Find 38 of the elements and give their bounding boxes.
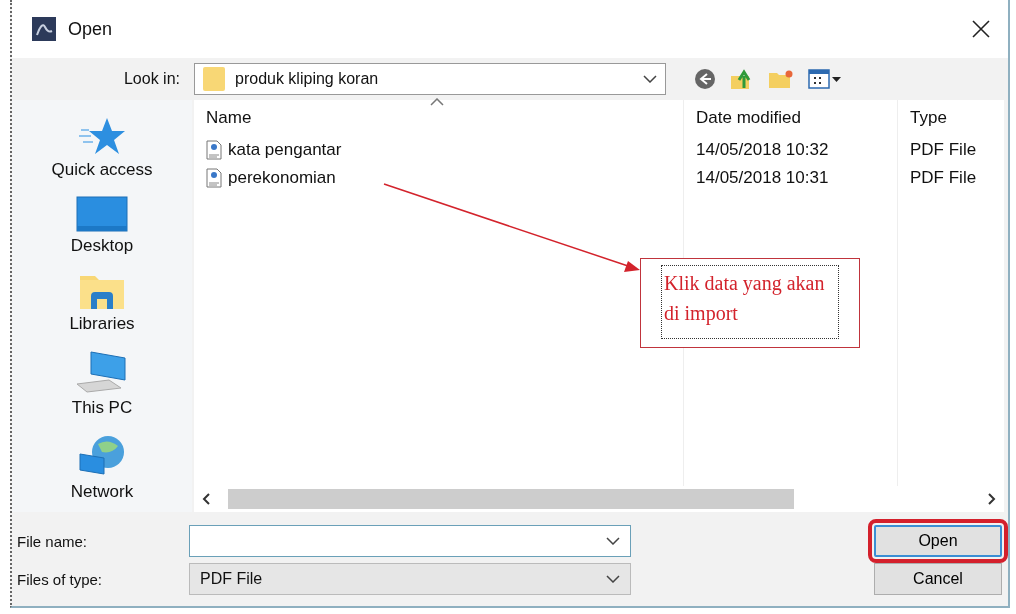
scroll-right-icon[interactable]: [988, 493, 996, 505]
folder-icon: [203, 67, 225, 91]
sidebar-place[interactable]: Network: [66, 432, 138, 504]
column-header[interactable]: Type: [910, 108, 947, 127]
new-folder-icon[interactable]: [768, 69, 794, 89]
table-cell: PDF File: [910, 140, 977, 160]
sort-caret-icon: [430, 98, 444, 106]
file-type-dropdown[interactable]: PDF File: [189, 563, 631, 595]
look-in-label: Look in:: [122, 70, 181, 88]
column-header[interactable]: Name: [206, 108, 252, 127]
file-name-label: File name:: [17, 532, 89, 550]
table-cell: 14/05/2018 10:31: [696, 168, 829, 188]
computer-icon: [75, 350, 129, 394]
sidebar-place[interactable]: Desktop: [66, 194, 138, 258]
sidebar-place[interactable]: Quick access: [47, 114, 157, 182]
scroll-left-icon[interactable]: [202, 493, 210, 505]
sidebar-place[interactable]: This PC: [67, 348, 137, 420]
file-name[interactable]: perekonomian: [228, 168, 336, 188]
annotation-text: Klik data yang akan di import: [661, 265, 839, 339]
star-icon: [79, 116, 125, 156]
sidebar-place[interactable]: Libraries: [65, 270, 139, 336]
file-name-field[interactable]: [189, 525, 631, 557]
close-icon[interactable]: [972, 20, 990, 38]
monitor-icon: [76, 196, 128, 232]
cancel-button[interactable]: Cancel: [874, 563, 1002, 595]
pdf-app-icon: [32, 17, 56, 41]
view-menu-icon[interactable]: [808, 69, 842, 89]
back-icon[interactable]: [694, 68, 716, 90]
pdf-file-icon: [206, 140, 222, 160]
scrollbar-thumb[interactable]: [228, 489, 794, 509]
table-cell: PDF File: [910, 168, 977, 188]
file-name[interactable]: kata pengantar: [228, 140, 342, 160]
column-header[interactable]: Date modified: [696, 108, 801, 127]
file-type-label: Files of type:: [17, 570, 104, 588]
look-in-dropdown[interactable]: produk kliping koran: [194, 63, 666, 95]
window-title: Open: [68, 18, 114, 40]
table-cell: 14/05/2018 10:32: [696, 140, 829, 160]
pdf-file-icon: [206, 168, 222, 188]
